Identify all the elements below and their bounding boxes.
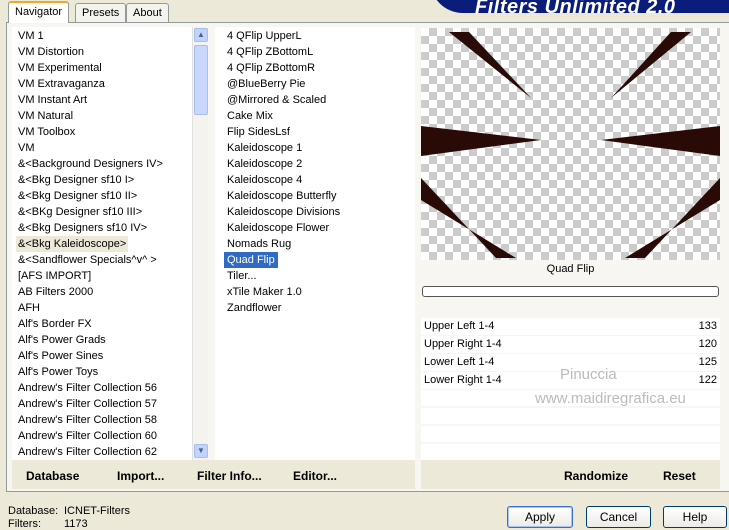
category-item[interactable]: Andrew's Filter Collection 60 xyxy=(18,428,157,444)
filter-info-button[interactable]: Filter Info... xyxy=(197,469,262,483)
filter-item[interactable]: Kaleidoscope Butterfly xyxy=(227,188,336,204)
filter-item[interactable]: @Mirrored & Scaled xyxy=(227,92,326,108)
preview-shape xyxy=(421,126,541,156)
slider-value: 122 xyxy=(698,374,717,386)
category-item[interactable]: VM 1 xyxy=(18,28,44,44)
slider-label: Upper Left 1-4 xyxy=(424,320,495,332)
filter-item[interactable]: Kaleidoscope 4 xyxy=(227,172,302,188)
filter-item[interactable]: 4 QFlip ZBottomR xyxy=(227,60,315,76)
slider-label: Lower Left 1-4 xyxy=(424,356,495,368)
filter-item[interactable]: Kaleidoscope 1 xyxy=(227,140,302,156)
category-item[interactable]: Alf's Power Toys xyxy=(18,364,98,380)
filter-item[interactable]: Kaleidoscope 2 xyxy=(227,156,302,172)
category-item[interactable]: Alf's Power Grads xyxy=(18,332,106,348)
empty-slider-row xyxy=(421,444,720,460)
filter-item[interactable]: Nomads Rug xyxy=(227,236,291,252)
filter-item[interactable]: 4 QFlip ZBottomL xyxy=(227,44,313,60)
category-item[interactable]: &<Bkg Kaleidoscope> xyxy=(16,236,129,252)
category-item[interactable]: &<Sandflower Specials^v^ > xyxy=(18,252,157,268)
slider-value: 125 xyxy=(698,356,717,368)
preview-shape xyxy=(625,178,720,258)
preview-shape xyxy=(421,178,516,258)
filter-item[interactable]: Kaleidoscope Divisions xyxy=(227,204,340,220)
category-item[interactable]: VM Extravaganza xyxy=(18,76,105,92)
slider-row[interactable]: Upper Right 1-4 120 xyxy=(421,336,720,353)
help-button[interactable]: Help xyxy=(663,506,727,528)
filters-count-label: Filters: xyxy=(8,518,41,530)
slider-row[interactable]: Upper Left 1-4 133 xyxy=(421,318,720,335)
category-item[interactable]: Alf's Power Sines xyxy=(18,348,103,364)
preview-shape xyxy=(449,32,531,98)
category-item[interactable]: Alf's Border FX xyxy=(18,316,92,332)
category-scrollbar[interactable]: ▲ ▼ xyxy=(192,27,208,460)
preview-canvas xyxy=(421,28,720,260)
category-item[interactable]: &<Bkg Designers sf10 IV> xyxy=(18,220,147,236)
category-item[interactable]: Andrew's Filter Collection 56 xyxy=(18,380,157,396)
category-item[interactable]: VM Natural xyxy=(18,108,73,124)
slider-label: Upper Right 1-4 xyxy=(424,338,502,350)
preview-shape xyxy=(601,126,720,156)
filter-item[interactable]: 4 QFlip UpperL xyxy=(227,28,302,44)
empty-slider-row xyxy=(421,408,720,424)
slider-value: 133 xyxy=(698,320,717,332)
filter-item[interactable]: Quad Flip xyxy=(224,252,278,268)
category-item[interactable]: Andrew's Filter Collection 62 xyxy=(18,444,157,460)
category-item[interactable]: [AFS IMPORT] xyxy=(18,268,91,284)
category-item[interactable]: &<Bkg Designer sf10 I> xyxy=(18,172,134,188)
editor-button[interactable]: Editor... xyxy=(293,469,337,483)
category-item[interactable]: &<Bkg Designer sf10 II> xyxy=(18,188,137,204)
category-item[interactable]: &<BKg Designer sf10 III> xyxy=(18,204,142,220)
tab-presets[interactable]: Presets xyxy=(75,3,127,23)
preview-shape xyxy=(611,32,691,98)
filter-list[interactable]: 4 QFlip UpperL 4 QFlip ZBottomL 4 QFlip ZB… xyxy=(215,27,415,460)
database-button[interactable]: Database xyxy=(26,469,79,483)
filter-item[interactable]: Zandflower xyxy=(227,300,281,316)
category-item[interactable]: VM Experimental xyxy=(18,60,102,76)
filter-item[interactable]: Flip SidesLsf xyxy=(227,124,290,140)
empty-slider-row xyxy=(421,426,720,442)
filter-item[interactable]: Cake Mix xyxy=(227,108,273,124)
filter-item[interactable]: xTile Maker 1.0 xyxy=(227,284,302,300)
scroll-thumb[interactable] xyxy=(194,45,208,115)
database-label: Database: xyxy=(8,505,59,517)
progress-bar xyxy=(422,286,719,297)
slider-value: 120 xyxy=(698,338,717,350)
cancel-button[interactable]: Cancel xyxy=(586,506,651,528)
filter-name-label: Quad Flip xyxy=(546,263,595,275)
tab-about[interactable]: About xyxy=(126,3,169,23)
category-item[interactable]: AFH xyxy=(18,300,40,316)
category-item[interactable]: AB Filters 2000 xyxy=(18,284,93,300)
category-list[interactable]: VM 1 VM Distortion VM Experimental VM Extra… xyxy=(12,27,192,460)
scroll-up-icon[interactable]: ▲ xyxy=(194,28,208,42)
category-item[interactable]: Andrew's Filter Collection 58 xyxy=(18,412,157,428)
category-item[interactable]: VM Distortion xyxy=(18,44,84,60)
slider-label: Lower Right 1-4 xyxy=(424,374,502,386)
filter-item[interactable]: Tiler... xyxy=(227,268,257,284)
reset-button[interactable]: Reset xyxy=(663,469,696,483)
app-banner: Filters Unlimited 2.0 xyxy=(430,0,729,18)
filter-item[interactable]: Kaleidoscope Flower xyxy=(227,220,329,236)
category-item[interactable]: VM Toolbox xyxy=(18,124,75,140)
watermark-url: www.maidiregrafica.eu xyxy=(535,390,686,407)
database-value: ICNET-Filters xyxy=(64,505,130,517)
category-item[interactable]: Andrew's Filter Collection 57 xyxy=(18,396,157,412)
tab-navigator[interactable]: Navigator xyxy=(8,1,70,23)
randomize-button[interactable]: Randomize xyxy=(564,469,628,483)
import-button[interactable]: Import... xyxy=(117,469,164,483)
category-item[interactable]: VM xyxy=(18,140,35,156)
scroll-down-icon[interactable]: ▼ xyxy=(194,444,208,458)
preview-image xyxy=(421,32,720,258)
category-item[interactable]: &<Background Designers IV> xyxy=(18,156,163,172)
apply-button[interactable]: Apply xyxy=(507,506,573,528)
filter-item[interactable]: @BlueBerry Pie xyxy=(227,76,305,92)
watermark-name: Pinuccia xyxy=(560,366,617,383)
category-item[interactable]: VM Instant Art xyxy=(18,92,87,108)
filters-count-value: 1173 xyxy=(64,518,88,530)
